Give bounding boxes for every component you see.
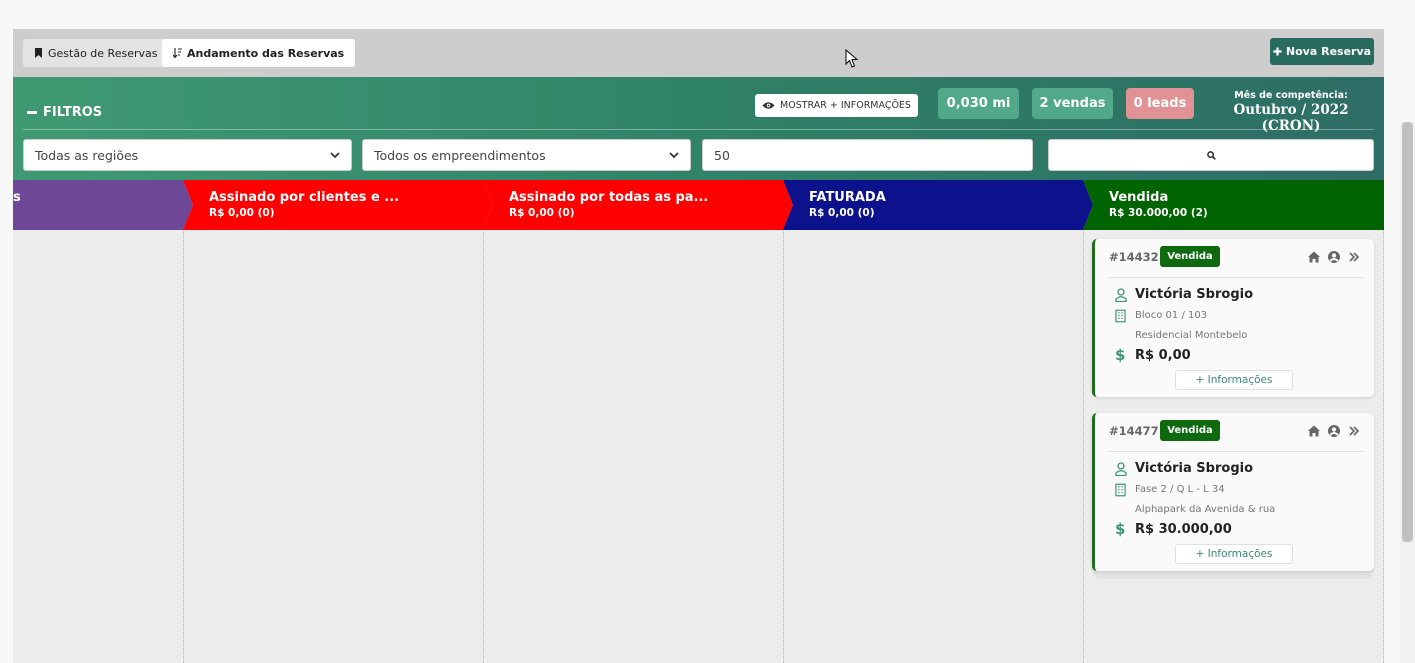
reservation-value: R$ 0,00: [1135, 348, 1191, 363]
show-more-info-button[interactable]: MOSTRAR + INFORMAÇÕES: [755, 94, 918, 117]
status-badge: Vendida: [1160, 246, 1220, 267]
building-icon: [1115, 309, 1126, 323]
stage-assinado-clientes[interactable]: Assinado por clientes e ... R$ 0,00 (0): [209, 180, 489, 230]
reservation-card[interactable]: #14432 Vendida Victória Sbrogio Bloco 01…: [1092, 239, 1374, 397]
filters-title: FILTROS: [43, 105, 103, 120]
card-actions: [1307, 250, 1361, 264]
card-divider: [1109, 451, 1363, 452]
stage-title: Assinado por todas as pa...: [509, 190, 709, 205]
project-name: Residencial Montebelo: [1135, 330, 1248, 341]
sort-icon: [173, 48, 182, 58]
filters-divider: [23, 129, 1374, 130]
stage-subtitle: R$ 0,00 (0): [209, 207, 275, 219]
client-name: Victória Sbrogio: [1135, 287, 1254, 302]
double-chevron-right-icon[interactable]: [1347, 424, 1361, 438]
stage-subtitle: R$ 0,00 (0): [509, 207, 575, 219]
search-icon: [1206, 150, 1216, 160]
column-separator: [483, 230, 484, 663]
reservation-id: #14432: [1109, 250, 1159, 264]
chevron-down-icon: [330, 151, 340, 158]
chevron-down-icon: [669, 151, 679, 158]
status-badge: Vendida: [1160, 420, 1220, 441]
tab-label: Gestão de Reservas: [48, 46, 158, 60]
development-select-value: Todos os empreendimentos: [374, 147, 546, 163]
user-circle-icon[interactable]: [1327, 250, 1341, 264]
unit-info: Bloco 01 / 103: [1135, 310, 1208, 321]
client-name: Victória Sbrogio: [1135, 461, 1254, 476]
column-separator: [783, 230, 784, 663]
column-separator: [1383, 230, 1384, 663]
unit-info: Fase 2 / Q L - L 34: [1135, 484, 1225, 495]
development-select[interactable]: Todos os empreendimentos: [362, 139, 691, 171]
pipeline-stages: s Assinado por clientes e ... R$ 0,00 (0…: [13, 180, 1384, 230]
card-divider: [1109, 277, 1363, 278]
plus-icon: [1273, 47, 1282, 56]
more-info-button[interactable]: + Informações: [1175, 370, 1293, 390]
dollar-icon: $: [1115, 520, 1126, 538]
stage-subtitle: R$ 0,00 (0): [809, 207, 875, 219]
dollar-icon: $: [1115, 346, 1126, 364]
kanban-columns: #14432 Vendida Victória Sbrogio Bloco 01…: [13, 230, 1384, 663]
stage-vendida[interactable]: Vendida R$ 30.000,00 (2): [1109, 180, 1379, 230]
stage-faturada[interactable]: FATURADA R$ 0,00 (0): [809, 180, 1089, 230]
column-separator: [183, 230, 184, 663]
reservation-value: R$ 30.000,00: [1135, 522, 1232, 537]
total-value-badge: 0,030 mi: [938, 88, 1019, 119]
quantity-input[interactable]: 50: [702, 139, 1033, 171]
home-icon[interactable]: [1307, 250, 1321, 264]
stage-title: FATURADA: [809, 190, 886, 205]
user-icon: [1115, 288, 1127, 302]
stage-title: Vendida: [1109, 190, 1169, 205]
tab-andamento-reservas[interactable]: Andamento das Reservas: [162, 39, 356, 67]
page-scrollbar[interactable]: [1400, 122, 1415, 663]
search-button[interactable]: [1048, 139, 1374, 171]
nova-reserva-label: Nova Reserva: [1285, 45, 1372, 58]
eye-icon: [762, 102, 775, 109]
reservation-id: #14477: [1109, 424, 1159, 438]
nova-reserva-button[interactable]: Nova Reserva: [1270, 38, 1374, 65]
home-icon[interactable]: [1307, 424, 1321, 438]
stage-assinado-todas[interactable]: Assinado por todas as pa... R$ 0,00 (0): [509, 180, 789, 230]
more-info-button[interactable]: + Informações: [1175, 544, 1293, 564]
column-separator: [1083, 230, 1084, 663]
user-circle-icon[interactable]: [1327, 424, 1341, 438]
mouse-cursor-icon: [845, 49, 859, 68]
reservation-card[interactable]: #14477 Vendida Victória Sbrogio Fase 2 /…: [1092, 413, 1374, 571]
minus-icon: [27, 111, 37, 114]
double-chevron-right-icon[interactable]: [1347, 250, 1361, 264]
filters-toggle[interactable]: FILTROS: [27, 105, 102, 120]
stage-0[interactable]: s: [13, 180, 183, 230]
region-select-value: Todas as regiões: [35, 147, 139, 163]
user-icon: [1115, 462, 1127, 476]
competence-month-label: Mês de competência:: [1234, 90, 1348, 101]
tab-label: Andamento das Reservas: [187, 46, 345, 60]
stage-title: s: [13, 190, 21, 205]
region-select[interactable]: Todas as regiões: [23, 139, 352, 171]
bookmark-icon: [35, 48, 42, 58]
scrollbar-thumb[interactable]: [1402, 122, 1413, 542]
building-icon: [1115, 483, 1126, 497]
app-container: Gestão de Reservas Andamento das Reserva…: [13, 29, 1384, 663]
stage-title: Assinado por clientes e ...: [209, 190, 400, 205]
card-actions: [1307, 424, 1361, 438]
leads-count-badge: 0 leads: [1126, 88, 1194, 119]
project-name: Alphapark da Avenida & rua: [1135, 504, 1276, 515]
sales-count-badge: 2 vendas: [1032, 88, 1113, 119]
top-bar: Gestão de Reservas Andamento das Reserva…: [13, 29, 1384, 77]
stage-subtitle: R$ 30.000,00 (2): [1109, 207, 1208, 219]
tab-gestao-reservas[interactable]: Gestão de Reservas: [23, 39, 169, 67]
filters-panel: FILTROS MOSTRAR + INFORMAÇÕES 0,030 mi 2…: [13, 77, 1384, 180]
show-more-label: MOSTRAR + INFORMAÇÕES: [780, 100, 911, 111]
